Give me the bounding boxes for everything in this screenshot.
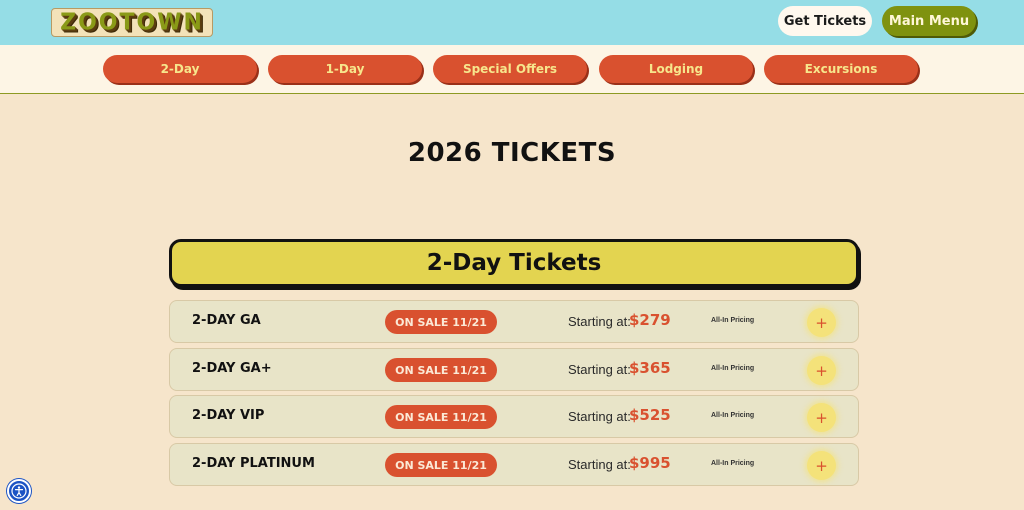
on-sale-badge: ON SALE 11/21 bbox=[385, 453, 497, 477]
on-sale-badge: ON SALE 11/21 bbox=[385, 310, 497, 334]
all-in-pricing-note: All-In Pricing bbox=[711, 317, 755, 324]
ticket-price: $995 bbox=[629, 454, 671, 472]
logo-text: ZOOTOWN bbox=[60, 9, 204, 36]
nav-item-2-day[interactable]: 2-Day bbox=[103, 55, 257, 83]
starting-at-label: Starting at: bbox=[568, 314, 631, 329]
ticket-price: $525 bbox=[629, 406, 671, 424]
expand-plus-icon[interactable]: + bbox=[807, 403, 836, 432]
all-in-pricing-note: All-In Pricing bbox=[711, 460, 755, 467]
nav-item-excursions[interactable]: Excursions bbox=[764, 55, 918, 83]
site-header: ZOOTOWN Get Tickets Main Menu bbox=[0, 0, 1024, 45]
page-title: 2026 TICKETS bbox=[407, 138, 617, 168]
zootown-logo[interactable]: ZOOTOWN bbox=[51, 8, 213, 37]
ticket-row-2-day-ga[interactable]: 2-DAY GA ON SALE 11/21 Starting at: $279… bbox=[169, 300, 859, 343]
ticket-name: 2-DAY VIP bbox=[192, 408, 265, 423]
ticket-price: $279 bbox=[629, 311, 671, 329]
expand-plus-icon[interactable]: + bbox=[807, 451, 836, 480]
nav-item-lodging[interactable]: Lodging bbox=[599, 55, 753, 83]
ticket-category-nav: 2-Day 1-Day Special Offers Lodging Excur… bbox=[0, 45, 1024, 94]
all-in-pricing-note: All-In Pricing bbox=[711, 412, 755, 419]
expand-plus-icon[interactable]: + bbox=[807, 356, 836, 385]
starting-at-label: Starting at: bbox=[568, 409, 631, 424]
all-in-pricing-note: All-In Pricing bbox=[711, 365, 755, 372]
section-title-2-day-tickets: 2-Day Tickets bbox=[169, 239, 859, 287]
ticket-price: $365 bbox=[629, 359, 671, 377]
accessibility-figure-icon bbox=[11, 483, 27, 499]
ticket-row-2-day-vip[interactable]: 2-DAY VIP ON SALE 11/21 Starting at: $52… bbox=[169, 395, 859, 438]
ticket-row-2-day-ga-plus[interactable]: 2-DAY GA+ ON SALE 11/21 Starting at: $36… bbox=[169, 348, 859, 391]
ticket-name: 2-DAY GA+ bbox=[192, 361, 272, 376]
nav-item-1-day[interactable]: 1-Day bbox=[268, 55, 422, 83]
ticket-row-2-day-platinum[interactable]: 2-DAY PLATINUM ON SALE 11/21 Starting at… bbox=[169, 443, 859, 486]
get-tickets-button[interactable]: Get Tickets bbox=[778, 6, 872, 36]
nav-item-special-offers[interactable]: Special Offers bbox=[433, 55, 587, 83]
expand-plus-icon[interactable]: + bbox=[807, 308, 836, 337]
on-sale-badge: ON SALE 11/21 bbox=[385, 405, 497, 429]
ticket-name: 2-DAY GA bbox=[192, 313, 261, 328]
ticket-name: 2-DAY PLATINUM bbox=[192, 456, 315, 471]
starting-at-label: Starting at: bbox=[568, 362, 631, 377]
accessibility-icon[interactable] bbox=[7, 479, 31, 503]
on-sale-badge: ON SALE 11/21 bbox=[385, 358, 497, 382]
main-menu-button[interactable]: Main Menu bbox=[882, 6, 976, 36]
starting-at-label: Starting at: bbox=[568, 457, 631, 472]
